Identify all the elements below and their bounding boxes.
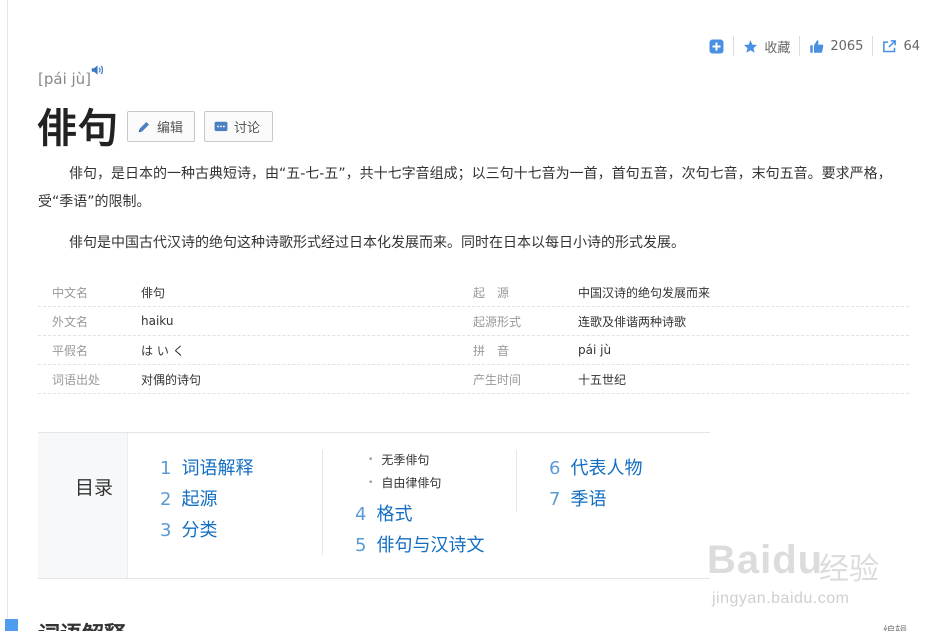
favorite-button[interactable]: 收藏 [733,36,799,56]
section-title: 词语解释 [38,617,126,631]
entry-toolbar: 收藏 2065 64 [700,36,929,56]
toc-item[interactable]: 2 起源 [160,485,217,511]
watermark-cn: 经验 [819,553,879,586]
share-button[interactable]: 64 [872,36,929,56]
info-value: 俳句 [141,285,166,300]
info-value: は い く [141,343,185,358]
basic-info-table: 中文名 俳句 起 源 中国汉诗的绝句发展而来 外文名 haiku 起源形式 连歌… [38,278,909,394]
info-value: 对偶的诗句 [141,372,202,387]
favorite-label: 收藏 [764,40,791,56]
info-value: pái jù [578,343,612,357]
like-button[interactable]: 2065 [799,36,872,56]
watermark-logo: Baidu [707,538,824,582]
info-row: 外文名 haiku 起源形式 连歌及俳谐两种诗歌 [38,307,909,336]
speaker-icon[interactable] [90,62,104,81]
star-icon [743,39,758,54]
toc-item[interactable]: 7 季语 [549,485,606,511]
info-value: 十五世纪 [578,372,627,387]
info-value: 中国汉诗的绝句发展而来 [578,285,711,300]
discuss-button-label: 讨论 [234,121,261,136]
pencil-icon [137,120,151,134]
toc-item[interactable]: 1 词语解释 [160,454,253,480]
toc-item[interactable]: 3 分类 [160,516,217,542]
summary-paragraph: 俳句是中国古代汉诗的绝句这种诗歌形式经过日本化发展而来。同时在日本以每日小诗的形… [69,235,685,251]
section-edit-link[interactable]: 编辑 [883,622,907,631]
baidu-jingyan-watermark: Baidu 经验 jingyan.baidu.com [707,530,927,620]
toc-divider [322,450,323,555]
info-value: haiku [141,314,174,328]
like-count: 2065 [830,38,864,54]
info-value: 连歌及俳谐两种诗歌 [578,314,687,329]
toc-item[interactable]: 4 格式 [355,500,412,526]
info-name: 外文名 [52,314,89,329]
info-name: 拼 音 [473,343,510,358]
chat-bubble-icon [214,120,228,134]
share-icon [882,39,897,54]
watermark-url: jingyan.baidu.com [712,590,850,607]
toc-label: 目录 [75,477,114,499]
info-row: 平假名 は い く 拼 音 pái jù [38,336,909,365]
info-name: 起 源 [473,285,510,300]
toc-item[interactable]: 5 俳句与汉诗文 [355,531,484,557]
plus-square-icon [709,39,724,54]
edit-button-label: 编辑 [157,121,184,136]
page-left-border [0,0,8,631]
info-name: 中文名 [52,285,89,300]
entry-pinyin: [pái jù] [38,70,92,88]
info-name: 起源形式 [473,314,522,329]
table-of-contents: 目录 1词语解释 2起源 3分类 无季俳句 自由律俳句 4格式 5俳句与汉诗文 … [38,432,710,579]
info-row: 词语出处 对偶的诗句 产生时间 十五世纪 [38,365,909,394]
edit-button[interactable]: 编辑 [127,111,195,142]
add-button[interactable] [700,36,733,56]
info-name: 词语出处 [52,372,101,387]
page-title: 俳句 [37,106,119,152]
toc-label-panel: 目录 [38,433,128,578]
toc-divider [516,450,517,512]
toc-subitem[interactable]: 无季俳句 [368,451,429,468]
toc-subitem[interactable]: 自由律俳句 [368,474,441,491]
toc-item[interactable]: 6 代表人物 [549,454,642,480]
info-name: 产生时间 [473,372,522,387]
discuss-button[interactable]: 讨论 [204,111,273,142]
info-name: 平假名 [52,343,89,358]
share-count: 64 [903,38,920,54]
summary-paragraph: 俳句，是日本的一种古典短诗，由“五-七-五”，共十七字音组成；以三句十七音为一首… [38,166,892,210]
section-marker [5,619,18,631]
info-row: 中文名 俳句 起 源 中国汉诗的绝句发展而来 [38,278,909,307]
thumbs-up-icon [809,39,824,54]
